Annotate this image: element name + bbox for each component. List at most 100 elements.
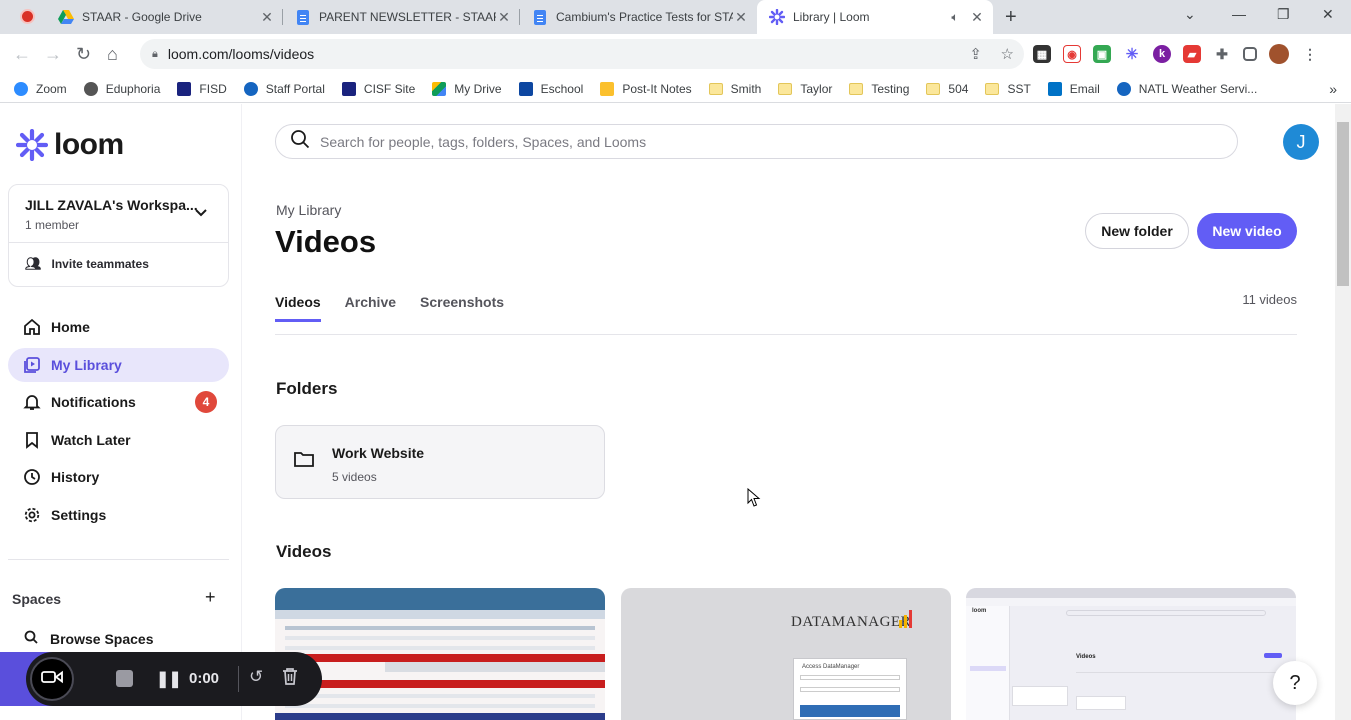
more-menu-icon[interactable]: ⋮ [1301,45,1319,63]
loom-logo[interactable]: loom [16,128,124,162]
bookmark-staff-portal[interactable]: Staff Portal [243,81,325,96]
workspace-switcher[interactable]: JILL ZAVALA's Workspa... 1 member 👥︎ Inv… [8,184,229,287]
staff-portal-icon [243,81,258,96]
search-input[interactable] [320,133,1180,150]
tab-archive[interactable]: Archive [345,294,396,322]
chevron-down-icon[interactable] [194,205,208,221]
scrollbar-thumb[interactable] [1337,122,1349,286]
sidebar-item-settings[interactable]: Settings [8,498,229,532]
close-icon[interactable]: ✕ [969,9,985,25]
bookmark-taylor[interactable]: Taylor [778,82,832,96]
trash-icon[interactable] [282,667,298,690]
close-icon[interactable]: ✕ [733,9,749,25]
more-bookmarks-icon[interactable]: » [1329,81,1337,97]
side-panel-icon[interactable] [1243,47,1257,61]
close-icon[interactable]: ✕ [496,9,512,25]
zoom-icon [14,81,28,96]
red-extension-icon[interactable]: ▰ [1183,45,1201,63]
share-icon[interactable]: ⇪ [969,45,982,63]
loom-page: loom JILL ZAVALA's Workspa... 1 member 👥… [0,104,1351,720]
qr-code-extension-icon[interactable]: ▦ [1033,45,1051,63]
search-bar[interactable] [275,124,1238,159]
tab-cambium-practice-tests[interactable]: Cambium's Practice Tests for STA ✕ [520,0,757,34]
sidebar-item-watch-later[interactable]: Watch Later [8,423,229,457]
window-close-icon[interactable]: ✕ [1322,6,1334,23]
page-title: Videos [275,224,377,259]
video-thumbnail[interactable]: loom Videos [966,588,1296,720]
help-button[interactable]: ? [1273,661,1317,705]
speaker-icon[interactable]: 🔈︎ [947,9,963,25]
tab-google-drive[interactable]: STAAR - Google Drive ✕ [46,0,283,34]
bookmark-sst[interactable]: SST [985,82,1031,96]
bookmark-cisf-site[interactable]: CISF Site [341,81,415,96]
bookmark-eschool[interactable]: Eschool [518,81,583,96]
folder-name: Work Website [332,445,425,461]
back-icon[interactable]: ← [13,44,31,65]
folder-card[interactable]: Work Website 5 videos [275,425,605,499]
tab-screenshots[interactable]: Screenshots [420,294,504,322]
folder-icon [985,82,1000,95]
new-folder-button[interactable]: New folder [1085,213,1189,249]
sidebar-item-home[interactable]: Home [8,310,229,344]
folder-count: 5 videos [332,470,377,484]
tab-search-chevron-icon[interactable]: ⌄ [1184,6,1196,23]
spaces-heading: Spaces [12,591,62,607]
invite-teammates-button[interactable]: 👥︎ Invite teammates [25,256,149,272]
bookmark-504[interactable]: 504 [926,82,968,96]
video-thumbnail[interactable] [275,588,605,720]
add-space-icon[interactable]: + [205,587,216,608]
kami-extension-icon[interactable]: k [1153,45,1171,63]
browse-spaces-link[interactable]: Browse Spaces [24,630,154,647]
close-icon[interactable]: ✕ [259,9,275,25]
breadcrumb[interactable]: My Library [276,202,341,218]
lock-icon: 🔒︎ [152,47,158,60]
new-tab-icon[interactable]: + [1005,6,1017,29]
bookmark-email[interactable]: Email [1047,81,1100,96]
tab-library-loom[interactable]: Library | Loom 🔈︎ ✕ [757,0,993,34]
folder-icon [778,82,793,95]
stop-recording-button[interactable] [116,670,133,687]
sidebar-item-history[interactable]: History [8,460,229,494]
thumbnail-text: DATAMANAGER [791,614,912,630]
bookmark-natl-weather[interactable]: NATL Weather Servi... [1116,81,1257,96]
tab-parent-newsletter[interactable]: PARENT NEWSLETTER - STAAR D ✕ [283,0,520,34]
loom-extension-icon[interactable]: ✳ [1123,45,1141,63]
extensions-puzzle-icon[interactable]: ✚ [1213,45,1231,63]
bookmark-my-drive[interactable]: My Drive [432,81,502,96]
video-thumbnail[interactable]: DATAMANAGER Access DataManager [621,588,951,720]
invite-label: Invite teammates [51,257,149,271]
bookmark-post-it-notes[interactable]: Post-It Notes [600,81,692,96]
pause-button[interactable]: ❚❚ [156,669,182,689]
address-bar[interactable]: 🔒︎ loom.com/looms/videos ⇪ ☆ [140,39,1024,69]
bookmark-icon [22,430,42,450]
outlook-icon [1047,81,1062,96]
folder-icon [293,449,315,474]
bookmark-star-icon[interactable]: ☆ [1001,45,1014,63]
screen-reader-extension-icon[interactable]: ◉ [1063,45,1081,63]
home-icon [22,317,42,337]
sidebar-item-my-library[interactable]: My Library [8,347,229,382]
bookmarks-bar: Zoom Eduphoria FISD Staff Portal CISF Si… [0,75,1351,103]
tab-title: Library | Loom [793,10,870,24]
new-video-button[interactable]: New video [1197,213,1297,249]
avatar[interactable]: J [1283,124,1319,160]
profile-avatar-icon[interactable] [1269,44,1289,64]
restart-icon[interactable]: ↺ [249,667,263,687]
workspace-name: JILL ZAVALA's Workspa... [25,197,198,213]
forward-icon[interactable]: → [44,44,62,65]
bookmark-testing[interactable]: Testing [849,82,909,96]
sidebar: loom JILL ZAVALA's Workspa... 1 member 👥… [0,104,242,720]
reload-icon[interactable]: ↻ [76,44,91,65]
bookmark-smith[interactable]: Smith [708,82,761,96]
tab-videos[interactable]: Videos [275,294,321,322]
minimize-icon[interactable]: — [1232,6,1246,22]
home-icon[interactable]: ⌂ [107,44,118,65]
camera-toggle-button[interactable] [30,657,74,701]
sidebar-item-notifications[interactable]: Notifications 4 [8,385,229,419]
bookmark-zoom[interactable]: Zoom [14,81,67,96]
bookmark-fisd[interactable]: FISD [177,81,227,96]
bookmark-eduphoria[interactable]: Eduphoria [83,81,160,96]
restore-icon[interactable]: ❐ [1277,6,1290,23]
mouse-cursor-icon [747,487,761,513]
green-extension-icon[interactable]: ▣ [1093,45,1111,63]
